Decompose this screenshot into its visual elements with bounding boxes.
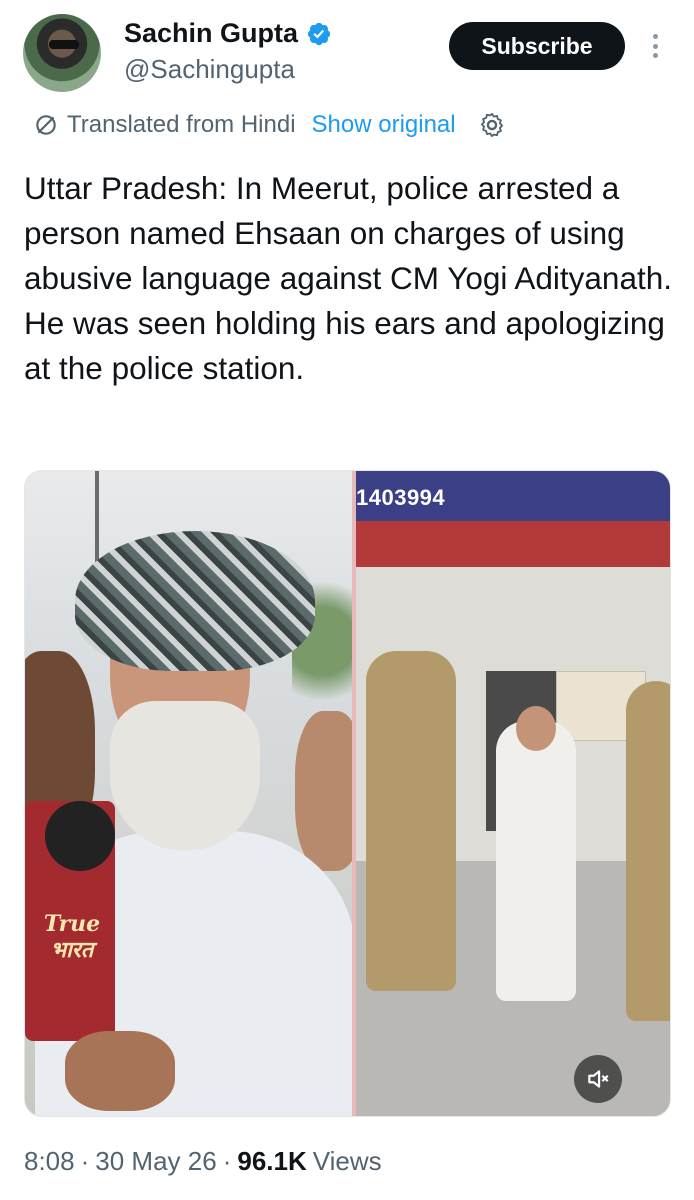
background-person <box>295 711 352 871</box>
volume-muted-icon[interactable] <box>574 1055 622 1103</box>
media-left-panel: True भारत <box>25 471 352 1116</box>
translated-from-label: Translated from Hindi <box>67 111 296 138</box>
meta-separator: · <box>222 1146 232 1176</box>
subscribe-button[interactable]: Subscribe <box>449 22 625 70</box>
ellipsis-dot <box>652 53 658 58</box>
man-in-white <box>496 721 576 1001</box>
station-banner-number: 1403994 <box>356 485 446 510</box>
microphone-head <box>45 801 115 871</box>
avatar[interactable] <box>23 14 101 92</box>
mic-label-line2: भारत <box>50 937 94 963</box>
vertical-ellipsis-icon[interactable] <box>645 30 665 62</box>
tweet-header: Sachin Gupta @Sachingupta Subscribe <box>0 0 694 100</box>
station-red-band <box>356 521 670 567</box>
tweet-time[interactable]: 8:08 <box>24 1146 75 1177</box>
meta-separator: · <box>80 1146 90 1176</box>
avatar-glasses <box>49 40 79 49</box>
mic-channel-logo: True भारत <box>33 911 111 963</box>
ellipsis-dot <box>652 34 658 39</box>
translate-icon <box>36 115 56 135</box>
tweet-meta: 8:08 · 30 May 26 · 96.1K Views <box>24 1146 382 1177</box>
man-turban <box>75 531 315 671</box>
gear-icon[interactable] <box>478 111 506 139</box>
author-name-row: Sachin Gupta <box>124 18 332 49</box>
tweet-media[interactable]: True भारत 1403994 <box>24 470 671 1117</box>
views-count[interactable]: 96.1K <box>237 1146 306 1177</box>
views-label: Views <box>312 1146 382 1176</box>
police-officer <box>366 651 456 991</box>
mic-label-line1: True <box>43 911 101 937</box>
man-hand <box>65 1031 175 1111</box>
police-officer <box>626 681 670 1021</box>
translation-bar: Translated from Hindi Show original <box>33 108 506 142</box>
author-display-name[interactable]: Sachin Gupta <box>124 18 298 49</box>
speaker-muted-glyph <box>588 1070 609 1088</box>
tweet-text: Uttar Pradesh: In Meerut, police arreste… <box>24 170 672 386</box>
man-head <box>516 706 556 751</box>
author-handle[interactable]: @Sachingupta <box>124 54 295 85</box>
media-right-panel: 1403994 <box>356 471 670 1116</box>
verified-badge-icon <box>307 22 331 45</box>
show-original-link[interactable]: Show original <box>312 111 456 139</box>
tweet-date[interactable]: 30 May 26 <box>95 1146 216 1177</box>
ellipsis-dot <box>652 43 658 49</box>
man-beard <box>110 701 260 851</box>
